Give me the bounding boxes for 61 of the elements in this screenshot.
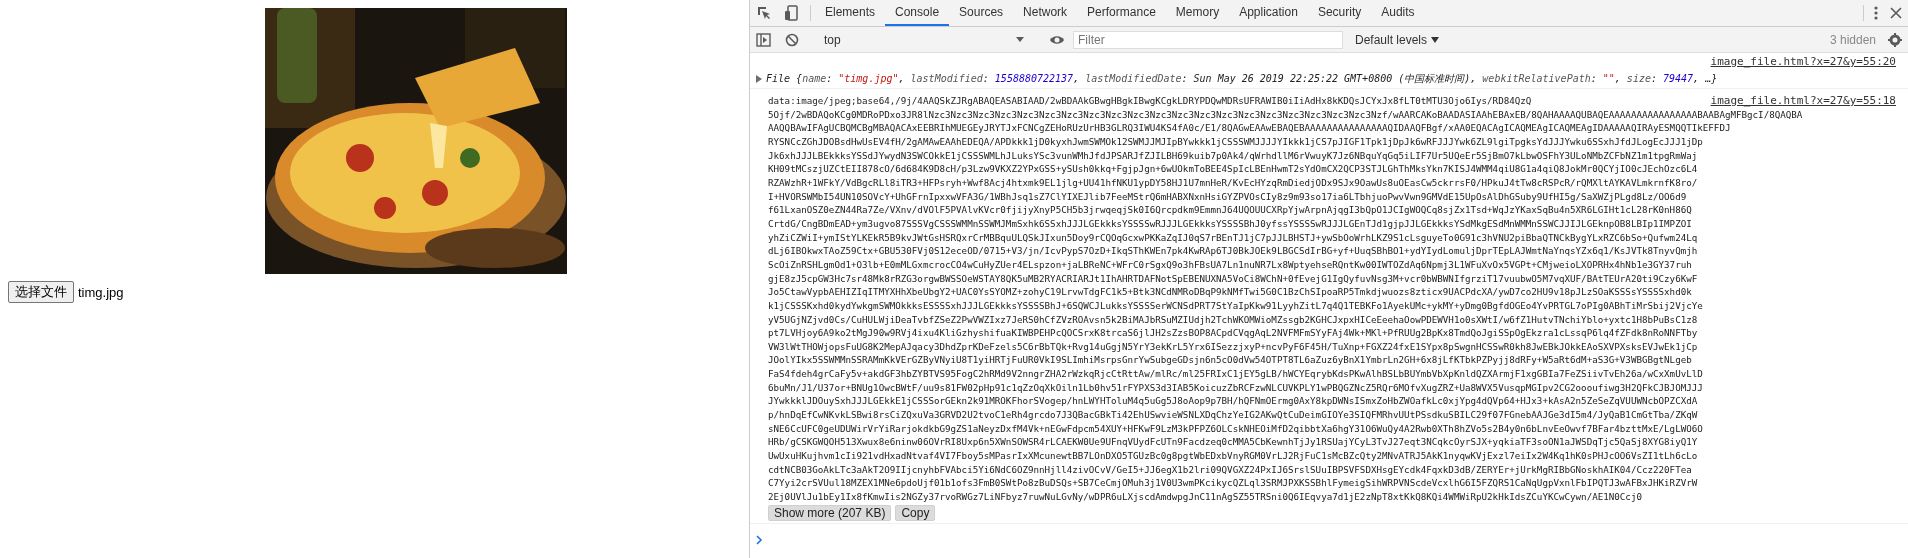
context-dropdown[interactable]: top: [818, 27, 1030, 52]
log-text-line: UwUxuHKujhvm1cIi921vdHxadNtvaf4VI7Fboy5sMPasrIxXMcunewtBB7LOnDXO5TGUzBc0g8pgtWbEDxbVnyRGM0VrLJ2RjFuC1sMcBZcQty2MNvATRJ5AkK1nyqwKVjExzl7eiIx2W4Kq1hK0sPHJcOO6VsZI1tLh6cLo: [768, 449, 1698, 463]
log-text-line: Jk6xhJJJLBEkkksYSSdJYwydN3SWCOkkE1jCSSSWMLhJLuksYSc3vunWMhJfdJPSARJfZJILBH69kuib7p0Ak4/qWrhdllM6rVwuyK7Jz6NBquYqGq5iLIF7Ur5UQeEr5SjBmO7kLbwOSFhY3ULoNMbZCFbNZ1m1tpgRmWaj: [768, 148, 1698, 163]
log-text-line: 5Ojf/2wBDAQoKCg0MDRoPDxo3JR8lNzc3Nzc3Nzc3Nzc3Nzc3Nzc3Nzc3Nzc3Nzc3Nzc3Nzc3Nzc3Nzc3Nzc3Nzc3Nzc3Nzc3Nzc3Nzc3Nzc3Nzf/wAARCAKoBAADASIAAhEBAxEB/8QAHAAAAQUBAQEAAAAAAAAAAAAAAAABAABAgMFBgcI/8QAQBA: [768, 107, 1803, 122]
sidebar-toggle-icon[interactable]: [756, 32, 771, 47]
log-text-line: gjE8zJ5cpGW3Hc7sr48Mk8rRZG3orgwBWSSOeWSTAY8QK5uMB2RYACRIARJt1IhAHRTDAFNotSpEBENUXNA5VoCi8WChN+0fEvejG1IgQyfuvNsg3M+vcr0bWBWNIfgrziT17vuubwO5M7vqXUF/BAtTEUrA20ti9Czy6KwF: [768, 271, 1698, 286]
close-icon[interactable]: [1890, 7, 1902, 19]
log-text-line: pt7LVHjoy6A9ko2tMgJ90w9RVj4ixu4KliGzhyshifuaKIWBPEHPcQOCSrxK8trcaS6jlJH2sZzsBOP8ACpdCVqgAqL2NVFMFmSYyFAj4Wk+MKl+PfRUUg2BpKx8TmdQoJgiSSpOgEkzra1cLssqP6lq4fZFdk8nRoNNFTby: [768, 326, 1698, 340]
log-text-line: Jo5CtawVypbAEHIZIqITMYXHhXbeUbgY2+UAC0YsSYOMZ+zohyC19LrvwTdgFC1k5+Btk3NCdNMRoDBqP9kNMfTwi5G0C1BzChSIpoaRP5Tmkdjwuozs8zticx9UACPdcXA/ywD7co2HU9v18pJLzSOaKSSSsYSSSSxhd0k: [768, 285, 1692, 299]
hidden-count: 3 hidden: [1829, 32, 1876, 47]
expand-arrow-icon[interactable]: [756, 75, 762, 83]
log-text-line: yhZiCZWiI+ymIStYLKEkR5B9kvJWtGsHSRQxrCrMBBquULQSkJIxun5Doy9rCQOqGcxwPKKaZqIJ0qS7rBEnTJ1jC7pJJLBHSTJ+ywSbOoWrhLKZ9S1cLsguyeTo0G91c3hVNU2piBbaQTNCkBygYLxRZC6bSo+Qufwm24Lq: [768, 230, 1698, 245]
source-link[interactable]: image_file.html?x=27&y=55:20: [1710, 55, 1896, 68]
inspect-icon[interactable]: [756, 5, 772, 21]
log-text-line: FaS4fdeh4grCaFy5v+akdGF3hbZYBTVS95FogC2hRMd9V2nngrZHA2rWzkqRjcCtRttAw/mlRc/ml25FRIxC1jEY5gLB/hWCYEqrybKdsPKwAlhBSLbBUYmbVbXpKnldQZXArmjF1xgGBIa7FeZSiivTvEh26a/wCxXmUvLlD: [768, 367, 1703, 381]
eye-icon[interactable]: [1049, 33, 1065, 46]
filter-field[interactable]: Filter: [1073, 30, 1343, 49]
choose-file-button[interactable]: 选择文件: [8, 281, 74, 303]
log-text-line: JOolYIkx5SSWMMnSSRAMmKkVErGZByVNyiU8T1yiHRTjFuUR0VkI9SLImhiMsrpsGnrYwSubgeGDsjn6n5cO0dVw54OTPT8TL6aZuz6yBnX1YmbrLn2GH+6x8jLfKTbkPZPyjj8dRFy+W5aRt6dM+aS3G+V3WBGBgtNLgeb: [768, 353, 1692, 368]
log-text-line: 2Ej0UVlJu1bEy1Ix8fKmwIis2NGZy37rvoRWGz7LiNFbyz7ruwNuLGvNy/wDPR6uLXjscdAmdwpgJnC11nAgSZ55TRSni0Q6IEqvya7d1jE2zNpT8xtKkQ8KQi4WMWiRpU2kHkIdsZCuYKCwCywn/AE1N0Ccj0: [768, 490, 1642, 504]
log-text-line: dLj6IBOkwxTAoZ59Ctx+GBU530FVj0S12eceOD/0715+V3/jn/IcvPypS7OzD+IkqSThKWEn7pk4KwRAp6TJ0BkJOEk9LBGCSdIrBG+yf+UuqSBhBO1+ydYIydLomuljDprTEpLAJWmtNaYnqsYZx6q1/KsJVTk8TnyvQmjh: [768, 244, 1698, 258]
log-text-line: KH09tMCszjUZCtEII878cO/6d684K9D8cH/p3Lzw9VKXZ2YPxGSS+ySUsh0kkq+FgjpJgn+6wUOkmToBEE4SpIcLBEnHwmT2sYdOmCX2QCP3STJLGhThMksYkn7KISJ4WMM4qiU8G1a4qiQ8JokMr0QCYjIO0cJEchOzc6L4: [768, 162, 1698, 176]
object-preview: File {name: "timg.jpg", lastModified: 1558880722137, lastModifiedDate: Sun May 26 2019 22:25:22 GMT+0800 (中国标准时间), webkitRelativePath: "", size: 79447, …}: [766, 72, 1718, 86]
log-text-line: AAQQBAwIFAgUCBQMCBgMBAQACAxEEBRIhMUEGEyJRYTJxFCNCgZEHoRUzUrHB3GLRQ3IWU4KS4fA0c/E1/8QAGwEAAwEBAQEBAAAAAAAAAAAAAAAQIDAAQFBgf/xAA0EQACAgICAQMEAgICAQMEAgIDAAAAAQIRAyESMQQTIkEFFDJ: [768, 121, 1731, 135]
log-text-line: HRb/gCSKGWQOH513Xwux8e6ninw06OVrRI8Uxp6n5XWnSOWSR4rLCAEKW0Ue9UFnqVUydFcUTn9Facdzeq0cMMA5CbKewnhTjJy1RSUajYCyL3TvJ27eqt3NCqkcOyrSJX+yqkiaTF3soON1aJWSDqTjc5QaSj8XYG8iyQ1Y: [768, 435, 1698, 450]
devtools-tab[interactable]: Performance: [1077, 0, 1166, 26]
log-text-line: f61LxanOSZ0eZN44Ra7Ze/VXnv/dVOlF5PVAlvKVcr0fjijyXnyP5CH5b3jrwqeqjSk0I6Qrcpdkm9EmmnJ64UQOUUCXRpYjwArpnAjqgI3bQpO1JCIgWOQCq8sjZx1Tsd+WqJzYKaxSqBu4n5XR6LGIHt1cL28rK0nH86Q: [768, 203, 1692, 217]
log-text-line: C7Yyi2crSVUul18MZEX1MNe6pdoUjf01b1ofs3FmB0SWtPo8zBuDSQs+SB7CeCmjOMuh3j1V0U3wmPKcikycQZLql3SRMJPXKSSBhlFymeigSihWRPVNScdeVcxlhG6I5FZQRS1CaNqUgpVxnlFbIPQTJ3wAFBxJHKiRZVrW: [768, 476, 1698, 491]
menu-icon[interactable]: [1874, 6, 1878, 20]
log-text-line: cdtNCB03GoAkLTc3aAkT2O9IIjcnyhbFVAbci5Yi6NdC6OZ9nnHjll4zivOCvV/GeI5+JJ6egX1b2lri09QVGXZ24PxIJ6SrslSUuIBPSVFSDXHsgEYcdk4FqxkD3dB/ZERYEr+jUrkMgRIBbGNoskhAIK04/Ccz220FTea: [768, 462, 1692, 477]
log-text-line: data:image/jpeg;base64,/9j/4AAQSkZJRgABAQEASABIAAD/2wBDAAkGBwgHBgkIBwgKCgkLDRYPDQwMDRsUFRAWIB0iIiAdHx8kKDQsJCYxJx8fLT0tMTU3Ojo6Iys/RD84QzQ: [768, 94, 1532, 108]
file-name: timg.jpg: [78, 284, 124, 300]
log-action-button[interactable]: Copy: [895, 504, 936, 521]
caret-icon: [1016, 37, 1024, 42]
devtools-tab[interactable]: Sources: [949, 0, 1014, 26]
log-text-line: yV5UGjNZjvd0Cs/CuHULWjiDeaTvbfZSeZ2PwVWZIxz7JeRS0hCfZVzROAvsn5k2BiMAJbRSuMZIUdjh2TchWKOMWioMZssgb2KGHCJxpxHICeEeehaOowPDEWVH1o0sXWtI/w6fZ1HutvTNchiYblo+yxtc1H8bPuBsC1z8: [768, 312, 1698, 327]
source-link[interactable]: image_file.html?x=27&y=55:18: [1710, 94, 1902, 107]
devtools-tab[interactable]: Memory: [1165, 0, 1230, 26]
log-text-line: ScOiZnRSHLgmOd1+O3lb+E0mMLGxmcrocCO4wCuHyZUer4ELspzon+jaLBReNC+WFrC0rSgxQ9o3hFBsUA7Ln1nuNR7Lx8WptyehseRQntKw00IWTOZdAq6Npmj3L1WFuXvOx5VGPt+CMjweioLXOPRHx4hNb1e3GY37ruh: [768, 257, 1692, 272]
devtools-tab[interactable]: Application: [1229, 0, 1308, 26]
prompt-icon: [756, 534, 763, 545]
log-action-button[interactable]: Show more (207 KB): [768, 504, 892, 521]
settings-icon[interactable]: [1888, 32, 1902, 47]
caret-icon: [1431, 36, 1440, 43]
log-text-line: k1jCSSSKxhd0kydYwkgmSWMOkkksESSSSxhJJJLGEkkksYSSSSBhJ+6SQWCJLukksYSSSSerWCNSdPRT7StYaIpKkw91LyyhZitL7q4Q1TEBKFo1AyekUMc+ykMY+yDmg0BgfdOGEo4YvPRTGL7oPIg0ABhTiMrSbij2VjcYe: [768, 298, 1703, 313]
log-text-line: 6buMn/J1/U37or+BNUg1OwcBWtF/uu9s81FW02pHp91c1qZzOqXkOiln1Lb0hv51rFYPXS3d3IAB5KoicuzZbRCFzwNLCUVKPLY1wPBQGZNcZ5RQr6MOfvXugZRZ+Ua8WVX5VusqpMGIpv2CG2oooufiwg3H2QFkCJBJOMJJJ: [768, 380, 1703, 395]
log-text-line: p/hnDqEfCwNKvkLSBwi8rsCiZQxuVa3GRVD2U2tvoC1eRh4grcdo7J3QBacGBkTi42EhUSwvieWSNLXDqChzYeIG2AKwQtCuDeimGIOYe3SIQFMRhvUUtPSsdkuSBILC29f07FGnebAAJGe3dI5m4/JyQaB1CmGtTba/ZKqW: [768, 408, 1698, 422]
log-text-line: VW3lWtTHOWjopsFuUG8K2MepAJqacy3DhdZprKDeFzels5C6rBbTQk+Rvg14uGgjN5YrY3ekKrL5Yrx6ISezzjxyP+ncvPyF6F45H/TuXnp+FGXZ24fxE1SYpx8pSwgnHCSSwR0kh8JwEBkJOkkEAoSXVPXsksEVJwEk1jCp: [768, 339, 1698, 354]
devtools-tab[interactable]: Security: [1307, 0, 1372, 26]
log-text-line: RYSNCcZGhJDOBsdHwUsEV4fH/2gAMAwEAAhEDEQA/APDkkk1jD0kyxhJwmSWMOk12SWMJJMJIpBYwkkk1jCSSSWMJJJJYIkkk1jCS7pJIGF1Tpk1jDpJk6wRFJJJYwk6ZL9lgiTpgksYdJJJYwku6SSxhJfdJLogEcJJJ1jDp: [768, 134, 1703, 149]
log-levels-dropdown[interactable]: Default levels: [1355, 32, 1440, 47]
log-text-line: sNE6CcUFC0geUDUWirVrYiRarjokdkbG9gZS1aNeyzDxfM4Vk+nEGwFdpcm54XUY+HFKwF9LzM3kPFPZ6OLCskNHEOiMfD2qibbtXa6hgY31O6WuQy4A2Rwb0XTh8hZVo5s2B4y0n6bLnvEeOwvf7BFar4bzttMxE/LgLWO6O: [768, 421, 1703, 436]
devtools-tab[interactable]: Network: [1013, 0, 1078, 26]
log-text-line: JYwkkklJDOuySxhJJJLGEkkE1jCSSSorGEkn2k91MROKFhorSVogep/hnLWYHToluM4q5uGg5J8oAop9p7BH/hQFNmOErmg0AxY8kpDWNsISmxZoHbZWOafkLc0xjYpg4dQVp64+HJx3+kAsA2n5ZeSeZqVUUWNcbOPZCXdA: [768, 394, 1698, 409]
device-toolbar-icon[interactable]: [784, 5, 800, 21]
log-text-line: RZAWzhR+1WFkY/VdBgcRLl8iTR3+HFPsryh+Wwf8Acj4htxmk9EL1jlg+UU41hfNKU1ypDY58HJ1U7mnHeR/KvEcHYzqRmDiedjODx9SJx9OawUs8uOEasCw5ckrrsF0/HPkuJ4tTw8cRSPcR/rQMXltAYKAVLmkrnfK8ro/: [768, 175, 1698, 190]
devtools-tab[interactable]: Audits: [1371, 0, 1425, 26]
clear-console-icon[interactable]: [785, 32, 799, 47]
log-text-line: CrtdG/CngBDmEAD+ym3ugvo87SSSVgCSSSWMMnSSWMJMmSxhk6SSxhJJJLGEkkksYSSSSwRJJJLGEkkksYSSSSBhJ0yfssYSSSSwRJJJLGEnTJd1gjpJJLGEkkksYSdMkgESdMnWMMnSSWCJJIJLGEknpOB8LBIp1IMPZOI: [768, 216, 1692, 231]
log-text-line: I+HVORSWMbI54UN10SOVcY+UhGFrnIpxxwVFA3G/1WBhJsq1sZ7ClYIXEJlib7FeeMStrQ6mHABXNxnHsiGYZPVOsCIy8z9m93so17ia6LTbhjuoPwvVwn9GMVdE15UpOsAlDhGSuby9UfHI5g/SaXWZjPLgd8Lz/OO6d9: [768, 189, 1687, 204]
devtools-tab[interactable]: Elements: [815, 0, 886, 26]
